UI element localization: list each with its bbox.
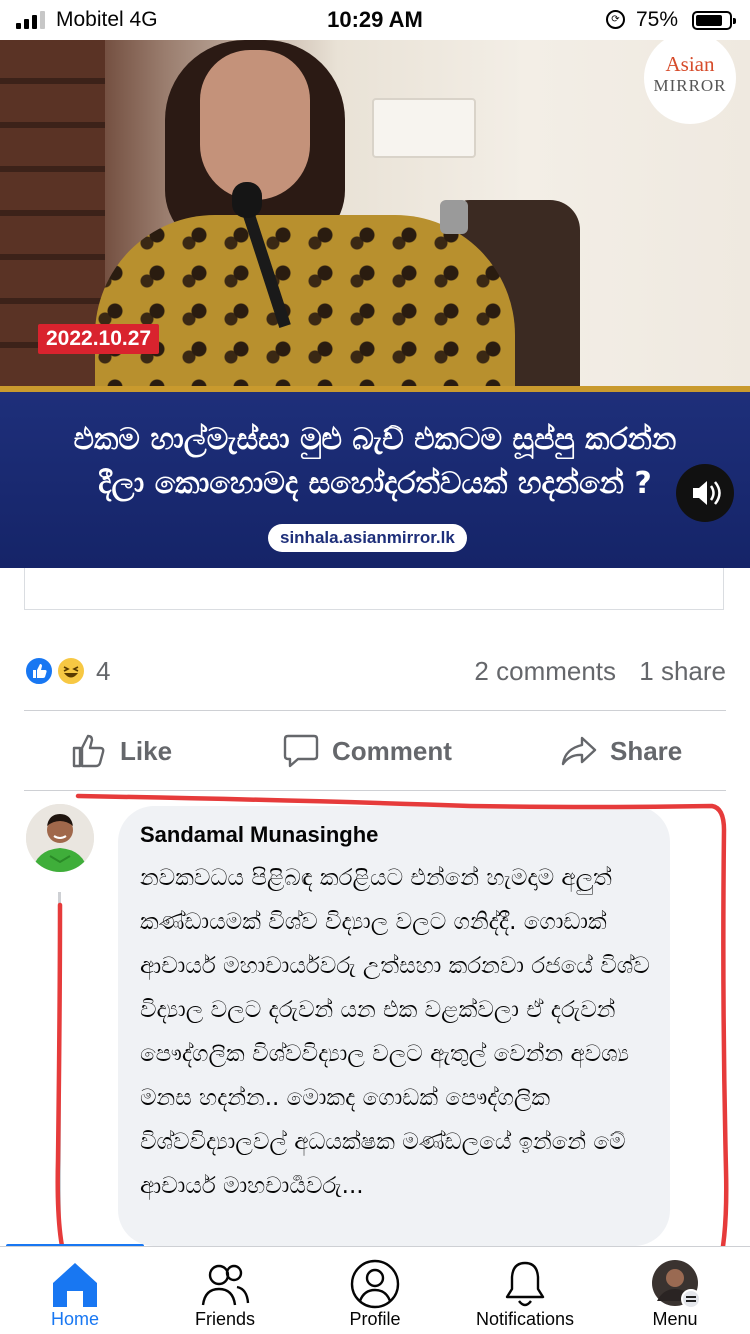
date-badge: 2022.10.27 [38, 324, 160, 354]
comment-label: Comment [332, 735, 452, 766]
tab-profile[interactable]: Profile [300, 1253, 450, 1333]
comment-author[interactable]: Sandamal Munasinghe [140, 822, 378, 848]
share-icon [561, 736, 597, 766]
like-label: Like [120, 735, 173, 766]
comment-button[interactable]: Comment [282, 712, 452, 790]
home-icon [53, 1263, 97, 1307]
thread-line [58, 892, 61, 1232]
divider [24, 790, 726, 791]
like-button[interactable]: Like [70, 712, 172, 790]
video-frame: Asian MIRROR 2022.10.27 [0, 40, 750, 415]
link-preview-box[interactable] [24, 568, 724, 610]
divider [24, 710, 726, 711]
comment-icon [283, 734, 319, 768]
tab-friends[interactable]: Friends [150, 1253, 300, 1333]
comments-count-link[interactable]: 2 comments [474, 656, 616, 686]
status-bar: Mobitel 4G 10:29 AM ⟳ 75% [0, 0, 750, 40]
commenter-avatar[interactable] [26, 804, 94, 872]
headline-banner: එකම හාල්මැස්සා මුළු බැච් එකටම සූප්පු කරන… [0, 392, 750, 568]
like-icon [72, 734, 105, 768]
tab-menu[interactable]: Menu [600, 1253, 750, 1333]
share-label: Share [610, 735, 683, 766]
bell-icon [505, 1261, 545, 1307]
source-url: sinhala.asianmirror.lk [268, 524, 467, 552]
microphone-image [232, 182, 262, 218]
tab-home[interactable]: Home [0, 1253, 150, 1333]
orientation-lock-icon: ⟳ [606, 10, 625, 29]
video-headline: එකම හාල්මැස්සා මුළු බැච් එකටම සූප්පු කරන… [73, 422, 677, 501]
shares-count-link[interactable]: 1 share [639, 656, 726, 686]
bottom-tab-bar: Home Friends Profile Notifications Menu [0, 1246, 750, 1334]
menu-avatar-icon [652, 1260, 701, 1309]
comment-text: නවකවධය පිළිබඳ කරළියට එන්නේ හැමදාම අලුත් … [140, 865, 650, 1199]
reaction-summary[interactable]: 4 2 comments 1 share [24, 654, 726, 694]
comment: Sandamal Munasinghe නවකවධය පිළිබඳ කරළියට… [0, 792, 750, 1246]
tab-notifications[interactable]: Notifications [450, 1253, 600, 1333]
friends-icon [201, 1264, 250, 1306]
speaker-icon[interactable] [676, 464, 734, 522]
battery-icon [692, 11, 736, 30]
battery-percentage: 75% [636, 8, 679, 31]
comment-bubble[interactable]: Sandamal Munasinghe නවකවධය පිළිබඳ කරළියට… [118, 806, 670, 1246]
reaction-count: 4 [96, 656, 111, 686]
haha-reaction-icon [56, 656, 86, 686]
like-reaction-icon [24, 656, 54, 686]
post-actions: Like Comment Share [24, 712, 726, 790]
profile-icon [350, 1259, 400, 1309]
share-button[interactable]: Share [560, 712, 682, 790]
asian-mirror-logo: Asian MIRROR [644, 40, 736, 124]
post-video[interactable]: Asian MIRROR 2022.10.27 එකම හාල්මැස්සා ම… [0, 40, 750, 568]
